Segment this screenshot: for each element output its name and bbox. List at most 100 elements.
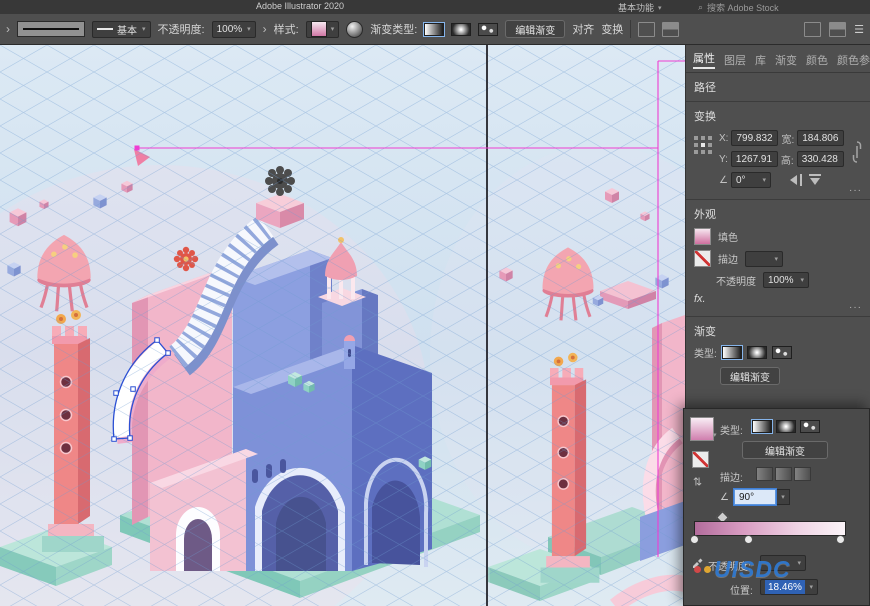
edit-gradient-button[interactable]: 编辑渐变 [505,20,565,38]
gradient-stop[interactable] [690,535,699,544]
tab-gradient[interactable]: 渐变 [775,52,797,68]
fx-button[interactable]: fx. [694,293,706,305]
transform-button[interactable]: 变换 [601,21,623,37]
rotation-value: 0° [736,175,746,186]
gradient-type-label: 类型: [694,345,717,360]
y-input[interactable]: 1267.91 [731,151,778,167]
fill-swatch[interactable] [694,228,711,245]
stroke-style-line [97,28,113,30]
stock-search[interactable]: ⌕ 搜索 Adobe Stock [698,1,779,14]
edit-gradient-button[interactable]: 编辑渐变 [720,367,780,385]
freeform-gradient-button[interactable] [478,23,498,36]
freeform-gradient-button[interactable] [772,346,792,359]
watermark: UISDC [694,556,791,583]
stroke-line [23,28,79,30]
chevron-down-icon[interactable]: ▾ [713,431,717,439]
title-bar: Adobe Illustrator 2020 基本功能 ▾ ⌕ 搜索 Adobe… [0,0,870,15]
chevron-down-icon: ▾ [800,276,804,284]
link-icon[interactable] [851,140,862,164]
stroke-preview[interactable] [17,21,85,37]
tab-layers[interactable]: 图层 [724,52,746,68]
h-input[interactable]: 330.428 [797,151,844,167]
chevron-down-icon: ▾ [247,25,251,33]
stroke-gradient-along-icon[interactable] [775,467,792,481]
w-input[interactable]: 184.806 [797,130,844,146]
arrange-icon[interactable] [804,22,821,37]
chevron-down-icon: ▾ [331,25,335,33]
radial-gradient-button[interactable] [747,346,767,359]
style-dropdown[interactable]: ▾ [306,21,340,38]
stroke-label: 描边 [718,251,738,266]
style-label: 样式: [274,21,299,37]
opacity-dropdown[interactable]: 100% ▾ [212,21,256,38]
workspace-switcher[interactable]: 基本功能 ▾ [618,1,662,14]
chevron-down-icon: ▾ [142,25,146,33]
reverse-gradient-icon[interactable]: ⇄ [691,477,704,486]
tab-properties[interactable]: 属性 [693,50,715,69]
panel-icon[interactable] [662,22,679,37]
h-label: 高: [781,152,794,167]
freeform-gradient-button[interactable] [800,420,820,433]
artboard-canvas[interactable] [0,45,685,606]
popup-stroke-label: 描边: [720,469,743,484]
tab-color-guide[interactable]: 颜色参 [837,52,870,68]
stroke-swatch[interactable] [694,250,711,267]
object-type-label: 路径 [686,73,870,102]
gradient-type-label: 渐变类型: [370,21,417,37]
appearance-section: 外观 填色 描边 ▾ 不透明度 100% ▾ f [686,200,870,317]
linear-gradient-button[interactable] [752,420,772,433]
rotation-dropdown[interactable]: 0° ▾ [731,172,771,188]
angle-icon: ∠ [720,492,729,503]
gradient-stop[interactable] [744,535,753,544]
gradient-fill-swatch[interactable] [690,417,714,441]
stroke-style-dropdown[interactable]: 基本 ▾ [92,21,151,38]
x-label: X: [719,133,728,144]
artboard-divider [486,45,489,606]
chevron-down-icon: ▾ [762,176,766,184]
position-label: 位置: [730,582,753,597]
edit-gradient-button[interactable]: 编辑渐变 [742,441,828,459]
flip-horizontal-icon[interactable] [790,174,803,186]
style-swatch [311,21,327,37]
gradient-angle-input[interactable]: 90° [734,489,776,505]
stroke-gradient-within-icon[interactable] [756,467,773,481]
gradient-stroke-swatch[interactable] [692,451,709,468]
align-button[interactable]: 对齐 [572,21,594,37]
stroke-style-label: 基本 [117,22,137,37]
gradient-section: 渐变 类型: 编辑渐变 [686,317,870,398]
chevron-right-icon[interactable]: › [263,22,267,36]
control-bar: › 基本 ▾ 不透明度: 100% ▾ › 样式: ▾ 渐变类型: 编辑渐变 对… [0,14,870,45]
stack-icon[interactable] [829,22,846,37]
appearance-opacity-dropdown[interactable]: 100% ▾ [763,272,809,288]
angle-dropdown[interactable]: ▾ [777,489,790,505]
radial-gradient-button[interactable] [451,23,471,36]
popup-type-label: 类型: [720,422,743,437]
gradient-slider-bar[interactable] [694,521,846,536]
menu-icon[interactable]: ☰ [854,23,864,36]
gradient-sphere-icon[interactable] [346,21,363,38]
stroke-gradient-across-icon[interactable] [794,467,811,481]
gradient-stop[interactable] [836,535,845,544]
linear-gradient-button[interactable] [722,346,742,359]
app-title: Adobe Illustrator 2020 [256,1,344,11]
search-placeholder: 搜索 Adobe Stock [707,1,779,14]
tab-libraries[interactable]: 库 [755,52,766,68]
more-options-icon[interactable]: ··· [849,185,862,196]
reference-point-selector[interactable] [694,136,712,193]
transform-section: 变换 X: 799.832 宽: 184.806 Y: 1267.91 高: [686,102,870,200]
guide-handle[interactable] [135,146,140,151]
radial-gradient-button[interactable] [776,420,796,433]
stroke-width-dropdown[interactable]: ▾ [745,251,783,267]
isometric-grid [0,45,685,606]
divider [630,20,631,38]
chevron-right-icon[interactable]: › [6,22,10,36]
appearance-title: 外观 [694,206,862,222]
gradient-title: 渐变 [694,323,862,339]
flip-vertical-icon[interactable] [809,174,822,186]
linear-gradient-button[interactable] [424,23,444,36]
x-input[interactable]: 799.832 [731,130,778,146]
tab-color[interactable]: 颜色 [806,52,828,68]
illustrator-window: Adobe Illustrator 2020 基本功能 ▾ ⌕ 搜索 Adobe… [0,0,870,606]
more-options-icon[interactable]: ··· [849,302,862,313]
panel-icon[interactable] [638,22,655,37]
